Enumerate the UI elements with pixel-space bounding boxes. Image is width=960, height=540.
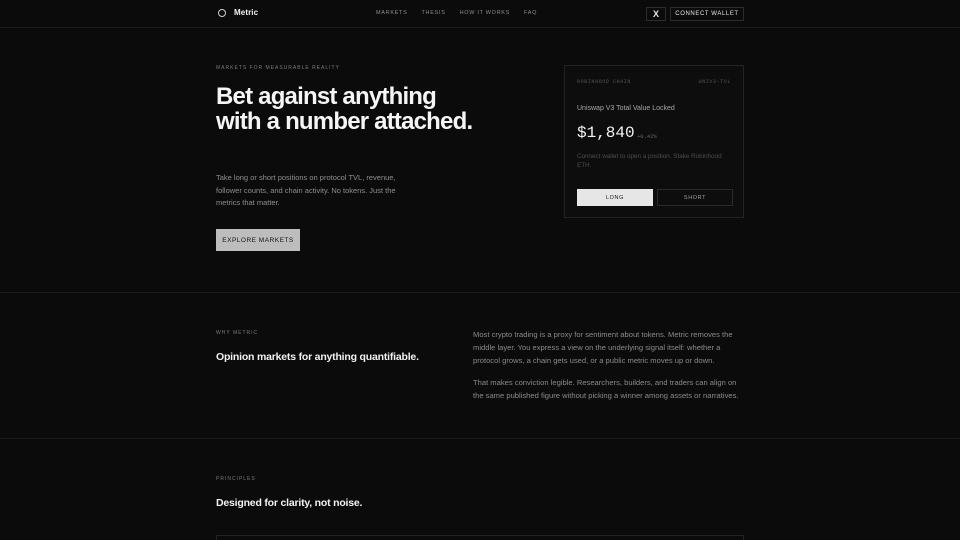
why-heading: Opinion markets for anything quantifiabl…	[216, 351, 419, 363]
section-divider	[0, 292, 960, 293]
top-nav-bar: Metric MARKETS THESIS HOW IT WORKS FAQ X…	[0, 0, 960, 28]
principles-eyebrow: PRINCIPLES	[216, 476, 256, 482]
card-price-change: +0.42%	[637, 133, 657, 140]
hero-title: Bet against anything with a number attac…	[216, 83, 473, 135]
nav-thesis[interactable]: THESIS	[422, 10, 446, 16]
connect-wallet-button[interactable]: CONNECT WALLET	[670, 7, 744, 21]
card-chain-label: ROBINHOOD CHAIN	[577, 79, 632, 85]
card-market-name: Uniswap V3 Total Value Locked	[577, 105, 675, 112]
brand[interactable]: Metric	[218, 8, 258, 17]
hero-eyebrow: MARKETS FOR MEASURABLE REALITY	[216, 65, 340, 71]
principles-heading: Designed for clarity, not noise.	[216, 497, 363, 509]
hero-description: Take long or short positions on protocol…	[216, 173, 396, 207]
x-logo-icon: X	[652, 9, 659, 19]
x-social-button[interactable]: X	[646, 7, 666, 21]
long-button[interactable]: LONG	[577, 189, 653, 206]
card-ticker: UNIV3-TVL	[698, 79, 731, 85]
card-price: $1,840	[577, 124, 635, 142]
section-divider	[0, 438, 960, 439]
why-eyebrow: WHY METRIC	[216, 330, 259, 336]
market-card: ROBINHOOD CHAIN UNIV3-TVL Uniswap V3 Tot…	[564, 65, 744, 218]
why-paragraph-1: Most crypto trading is a proxy for senti…	[473, 330, 733, 365]
main-nav: MARKETS THESIS HOW IT WORKS FAQ	[376, 10, 537, 16]
explore-markets-button[interactable]: EXPLORE MARKETS	[216, 229, 300, 251]
short-button[interactable]: SHORT	[657, 189, 733, 206]
nav-markets[interactable]: MARKETS	[376, 10, 408, 16]
brand-logo-icon	[218, 8, 226, 17]
principles-grid	[216, 535, 744, 540]
card-note: Connect wallet to open a position. Stake…	[577, 153, 722, 169]
why-paragraph-2: That makes conviction legible. Researche…	[473, 378, 739, 400]
brand-name: Metric	[234, 8, 259, 17]
nav-faq[interactable]: FAQ	[524, 10, 537, 16]
nav-how-it-works[interactable]: HOW IT WORKS	[460, 10, 510, 16]
